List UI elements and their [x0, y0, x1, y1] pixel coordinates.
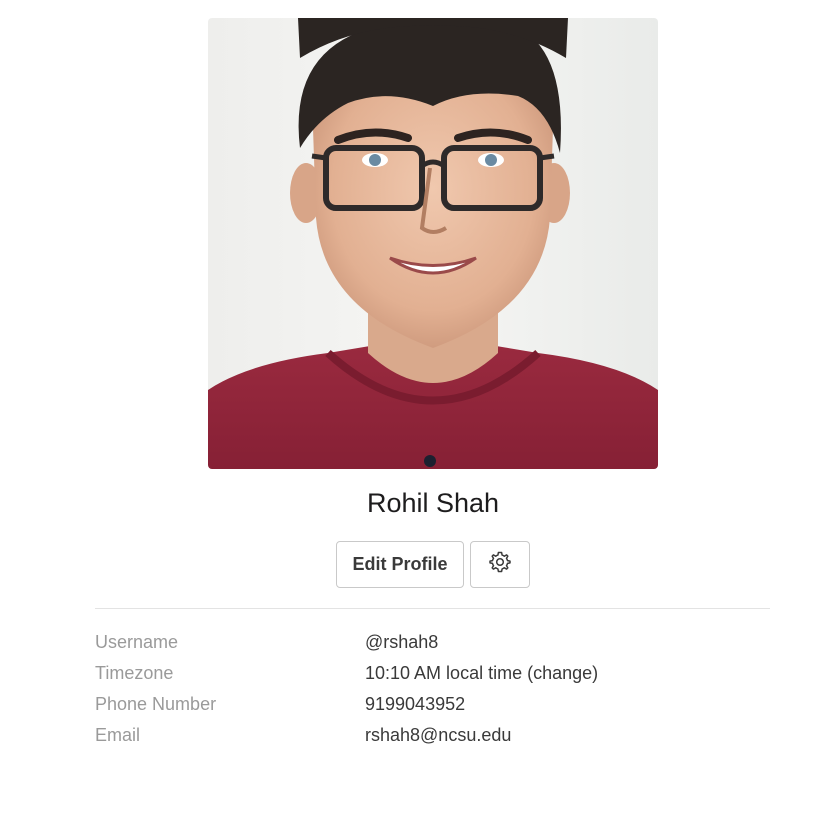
- field-label: Email: [95, 725, 141, 745]
- field-value-timezone[interactable]: 10:10 AM local time (change): [365, 663, 598, 684]
- profile-name: Rohil Shah: [366, 488, 500, 518]
- profile-page: Rohil Shah Edit Profile Username @rshah8…: [0, 0, 817, 825]
- settings-button[interactable]: [470, 541, 530, 588]
- profile-fields: Username @rshah8 Timezone 10:10 AM local…: [95, 627, 770, 751]
- edit-profile-button[interactable]: Edit Profile: [336, 541, 464, 588]
- field-value-email[interactable]: rshah8@ncsu.edu: [365, 725, 511, 746]
- field-value-username: @rshah8: [365, 632, 439, 652]
- field-row-username: Username @rshah8: [95, 627, 770, 658]
- profile-actions: Edit Profile: [336, 541, 530, 588]
- gear-icon: [488, 550, 512, 579]
- field-label: Phone Number: [95, 694, 217, 714]
- field-label: Timezone: [95, 663, 174, 683]
- edit-profile-label: Edit Profile: [352, 554, 448, 574]
- field-row-email: Email rshah8@ncsu.edu: [95, 720, 770, 751]
- field-row-timezone: Timezone 10:10 AM local time (change): [95, 658, 770, 689]
- field-value-phone: 9199043952: [365, 694, 466, 714]
- profile-photo[interactable]: [208, 18, 658, 469]
- section-divider: [95, 608, 770, 609]
- field-row-phone: Phone Number 9199043952: [95, 689, 770, 720]
- field-label: Username: [95, 632, 179, 652]
